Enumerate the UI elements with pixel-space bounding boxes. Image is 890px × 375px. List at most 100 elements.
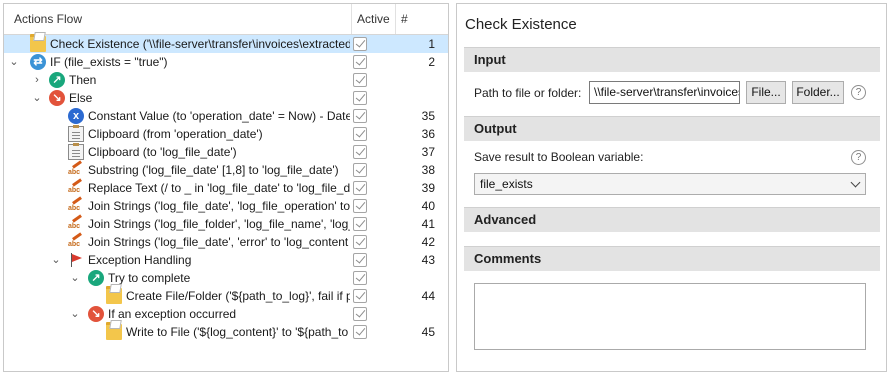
flow-row-label: If an exception occurred <box>108 307 237 321</box>
row-number: 35 <box>421 109 435 123</box>
flow-row-label: IF (file_exists = "true") <box>50 55 168 69</box>
flow-row-label: Check Existence ('\\file-server\transfer… <box>50 37 350 51</box>
flow-row-exception-handling[interactable]: ⌄ Exception Handling 43 <box>4 251 448 269</box>
text-abc-icon <box>68 234 84 250</box>
chevron-down-icon <box>850 177 861 188</box>
row-number: 39 <box>421 181 435 195</box>
active-checkbox[interactable] <box>353 109 367 123</box>
flow-row-label: Else <box>69 91 93 105</box>
flow-row-clipboard-to[interactable]: Clipboard (to 'log_file_date') 37 <box>4 143 448 161</box>
active-checkbox[interactable] <box>353 163 367 177</box>
flow-row-then[interactable]: › ↗ Then <box>4 71 448 89</box>
variable-x-icon: x <box>68 108 84 124</box>
row-number: 36 <box>421 127 435 141</box>
flow-row-substring[interactable]: Substring ('log_file_date' [1,8] to 'log… <box>4 161 448 179</box>
flow-row-label: Try to complete <box>108 271 191 285</box>
flow-row-join-strings[interactable]: Join Strings ('log_file_folder', 'log_fi… <box>4 215 448 233</box>
flow-row-join-strings[interactable]: Join Strings ('log_file_date', 'error' t… <box>4 233 448 251</box>
row-number: 40 <box>421 199 435 213</box>
column-header-number[interactable]: # <box>395 4 408 34</box>
else-arrow-icon: ↘ <box>88 306 104 322</box>
active-checkbox[interactable] <box>353 253 367 267</box>
text-abc-icon <box>68 162 84 178</box>
flow-row-if[interactable]: ⌄ ⇄ IF (file_exists = "true") 2 <box>4 53 448 71</box>
file-button[interactable]: File... <box>746 81 786 104</box>
row-number: 42 <box>421 235 435 249</box>
active-checkbox[interactable] <box>353 199 367 213</box>
flow-row-label: Create File/Folder ('${path_to_log}', fa… <box>126 289 350 303</box>
flow-row-label: Constant Value (to 'operation_date' = No… <box>88 109 350 123</box>
active-checkbox[interactable] <box>353 145 367 159</box>
active-checkbox[interactable] <box>353 181 367 195</box>
row-number: 43 <box>421 253 435 267</box>
column-header-active[interactable]: Active <box>351 4 390 34</box>
else-arrow-icon: ↘ <box>49 90 65 106</box>
actions-flow-panel: Actions Flow Active # Check Existence ('… <box>3 3 449 372</box>
flow-row-join-strings[interactable]: Join Strings ('log_file_date', 'log_file… <box>4 197 448 215</box>
collapse-chevron-icon[interactable]: ⌄ <box>69 269 81 287</box>
flow-row-label: Substring ('log_file_date' [1,8] to 'log… <box>88 163 339 177</box>
section-advanced[interactable]: Advanced <box>464 207 880 232</box>
clipboard-icon <box>68 143 84 160</box>
folder-icon <box>30 34 46 52</box>
boolean-variable-select[interactable]: file_exists <box>474 173 866 195</box>
flow-row-clipboard-from[interactable]: Clipboard (from 'operation_date') 36 <box>4 125 448 143</box>
active-checkbox[interactable] <box>353 271 367 285</box>
flow-row-constant-value[interactable]: x Constant Value (to 'operation_date' = … <box>4 107 448 125</box>
actions-flow-header: Actions Flow Active # <box>4 4 448 35</box>
help-icon[interactable]: ? <box>851 150 866 165</box>
expand-chevron-icon[interactable]: › <box>31 71 43 89</box>
flow-row-write-to-file[interactable]: Write to File ('${log_content}' to '${pa… <box>4 322 448 341</box>
help-icon[interactable]: ? <box>851 85 866 100</box>
flow-row-label: Join Strings ('log_file_date', 'log_file… <box>88 199 350 213</box>
text-abc-icon <box>68 216 84 232</box>
flow-row-label: Clipboard (to 'log_file_date') <box>88 145 237 159</box>
row-number: 41 <box>421 217 435 231</box>
column-header-actions-flow[interactable]: Actions Flow <box>8 4 82 34</box>
collapse-chevron-icon[interactable]: ⌄ <box>8 53 20 71</box>
active-checkbox[interactable] <box>353 91 367 105</box>
section-comments[interactable]: Comments <box>464 246 880 271</box>
flow-row-create-file-folder[interactable]: Create File/Folder ('${path_to_log}', fa… <box>4 286 448 305</box>
active-checkbox[interactable] <box>353 217 367 231</box>
text-abc-icon <box>68 180 84 196</box>
row-number: 38 <box>421 163 435 177</box>
active-checkbox[interactable] <box>353 73 367 87</box>
path-input[interactable]: \\file-server\transfer\invoices\extracte… <box>589 81 740 104</box>
flow-row-label: Join Strings ('log_file_folder', 'log_fi… <box>88 217 350 231</box>
then-arrow-icon: ↗ <box>88 270 104 286</box>
active-checkbox[interactable] <box>353 235 367 249</box>
comments-textarea[interactable] <box>474 283 866 350</box>
flow-row-replace-text[interactable]: Replace Text (/ to _ in 'log_file_date' … <box>4 179 448 197</box>
properties-panel: Check Existence Input Path to file or fo… <box>456 3 887 372</box>
flow-row-else[interactable]: ⌄ ↘ Else <box>4 89 448 107</box>
properties-title: Check Existence <box>465 16 577 33</box>
save-result-label: Save result to Boolean variable: <box>474 150 644 164</box>
active-checkbox[interactable] <box>353 37 367 51</box>
folder-icon <box>106 322 122 340</box>
flow-row-label: Replace Text (/ to _ in 'log_file_date' … <box>88 181 350 195</box>
active-checkbox[interactable] <box>353 325 367 339</box>
section-input[interactable]: Input <box>464 47 880 72</box>
row-number: 2 <box>428 55 435 69</box>
active-checkbox[interactable] <box>353 55 367 69</box>
flow-row-check-existence[interactable]: Check Existence ('\\file-server\transfer… <box>4 34 448 53</box>
flow-row-label: Then <box>69 73 97 87</box>
boolean-variable-value: file_exists <box>480 177 533 191</box>
section-output[interactable]: Output <box>464 116 880 141</box>
row-number: 45 <box>421 325 435 339</box>
then-arrow-icon: ↗ <box>49 72 65 88</box>
collapse-chevron-icon[interactable]: ⌄ <box>69 305 81 323</box>
flow-row-try[interactable]: ⌄ ↗ Try to complete <box>4 269 448 287</box>
flow-row-label: Write to File ('${log_content}' to '${pa… <box>126 325 349 339</box>
collapse-chevron-icon[interactable]: ⌄ <box>31 89 43 107</box>
flow-row-on-exception[interactable]: ⌄ ↘ If an exception occurred <box>4 305 448 323</box>
folder-button[interactable]: Folder... <box>792 81 844 104</box>
row-number: 1 <box>428 37 435 51</box>
active-checkbox[interactable] <box>353 289 367 303</box>
active-checkbox[interactable] <box>353 127 367 141</box>
row-number: 37 <box>421 145 435 159</box>
clipboard-icon <box>68 125 84 142</box>
collapse-chevron-icon[interactable]: ⌄ <box>50 251 62 269</box>
active-checkbox[interactable] <box>353 307 367 321</box>
